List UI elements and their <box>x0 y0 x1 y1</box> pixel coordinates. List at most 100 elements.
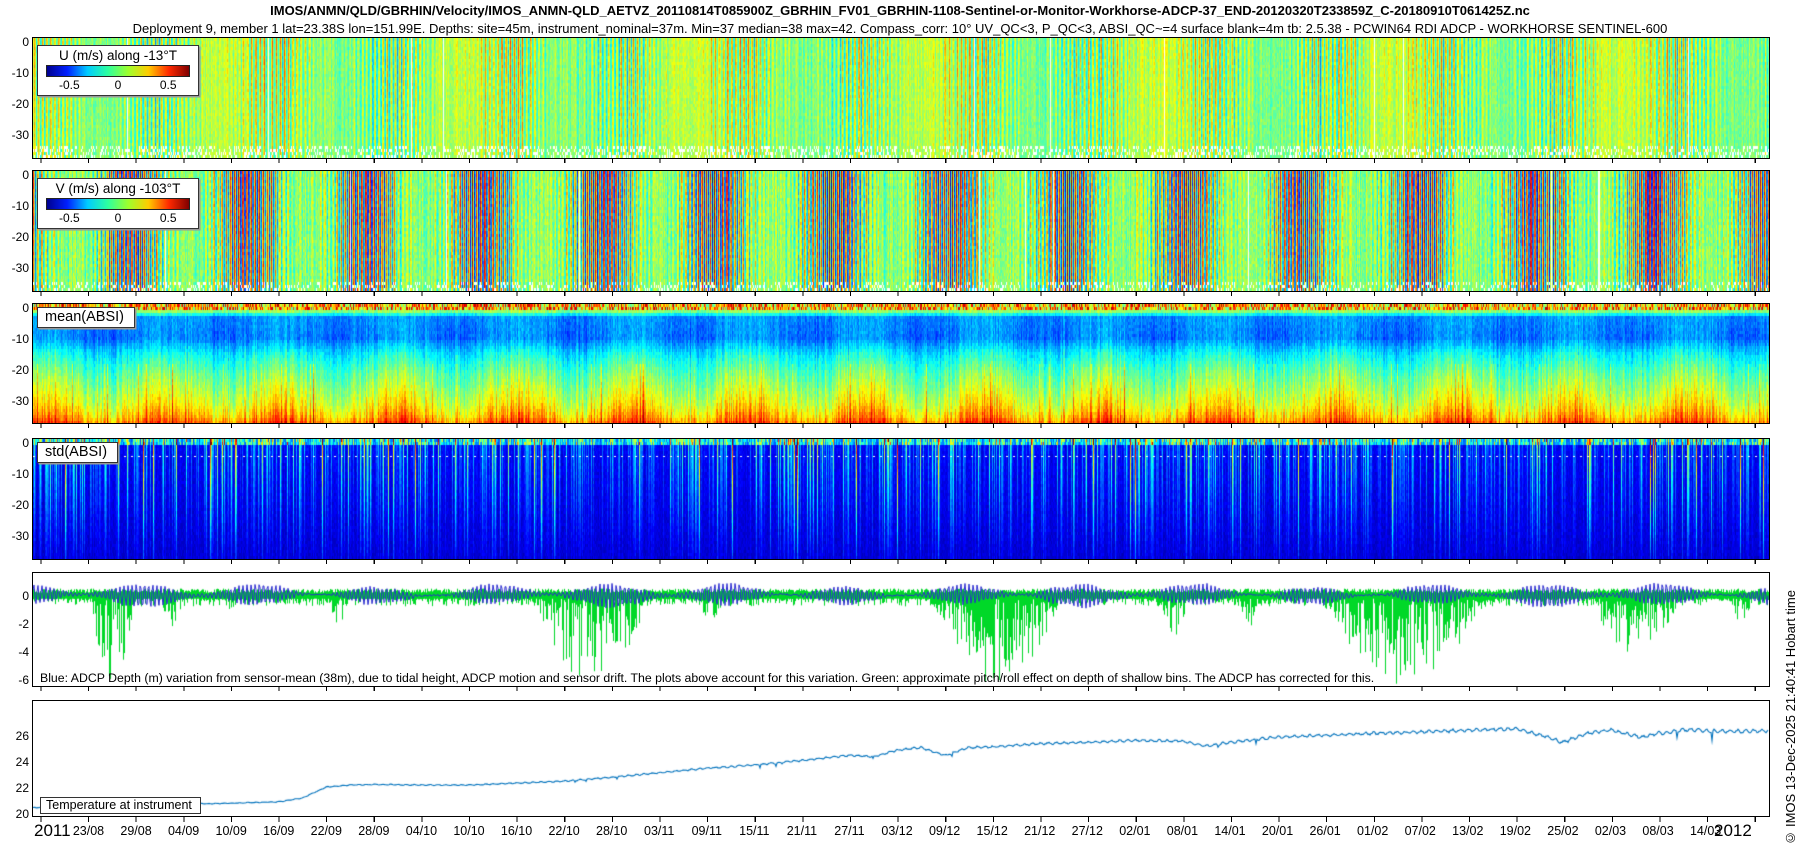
y-tick-label: -10 <box>0 199 29 213</box>
x-tick-label: 29/08 <box>112 824 160 838</box>
x-tick-label: 16/09 <box>255 824 303 838</box>
x-tick-label: 25/02 <box>1539 824 1587 838</box>
x-tick-marks <box>33 292 1769 296</box>
y-tick-label: -30 <box>0 128 29 142</box>
x-tick-label: 15/11 <box>730 824 778 838</box>
y-tick-label: -10 <box>0 467 29 481</box>
depth-annotation: Blue: ADCP Depth (m) variation from sens… <box>40 671 1374 685</box>
x-tick-label: 10/10 <box>445 824 493 838</box>
x-tick-marks <box>33 560 1769 564</box>
x-tick-label: 22/10 <box>540 824 588 838</box>
x-tick-label: 23/08 <box>64 824 112 838</box>
y-tick-label: -20 <box>0 230 29 244</box>
v-colorbar-tick: -0.5 <box>59 211 80 225</box>
figure-subtitle: Deployment 9, member 1 lat=23.38S lon=15… <box>0 21 1800 36</box>
x-tick-label: 26/01 <box>1301 824 1349 838</box>
y-tick-label: 20 <box>0 807 29 821</box>
y-tick-label: -4 <box>0 645 29 659</box>
y-tick-label: -20 <box>0 363 29 377</box>
std-absi-label: std(ABSI) <box>37 442 118 463</box>
u-colorbar-tick: -0.5 <box>59 78 80 92</box>
temperature-label: Temperature at instrument <box>40 797 201 814</box>
y-tick-label: 0 <box>0 436 29 450</box>
x-tick-marks <box>33 817 1769 822</box>
mean-absi-label: mean(ABSI) <box>37 307 135 328</box>
y-tick-label: -2 <box>0 617 29 631</box>
figure-root: IMOS/ANMN/QLD/GBRHIN/Velocity/IMOS_ANMN-… <box>0 0 1800 850</box>
x-tick-label: 10/09 <box>207 824 255 838</box>
x-tick-label: 03/11 <box>635 824 683 838</box>
v-legend-title: V (m/s) along -103°T <box>42 181 194 196</box>
x-tick-label: 22/09 <box>302 824 350 838</box>
depth-variation-plot <box>33 573 1769 686</box>
temperature-line-plot <box>33 701 1769 816</box>
y-tick-label: -30 <box>0 394 29 408</box>
x-tick-label: 08/03 <box>1634 824 1682 838</box>
y-tick-label: -30 <box>0 261 29 275</box>
v-velocity-heatmap <box>33 171 1769 291</box>
x-tick-label: 19/02 <box>1491 824 1539 838</box>
figure-title: IMOS/ANMN/QLD/GBRHIN/Velocity/IMOS_ANMN-… <box>0 3 1800 18</box>
panel-depth-variation: Blue: ADCP Depth (m) variation from sens… <box>32 572 1770 687</box>
x-tick-label: 16/10 <box>493 824 541 838</box>
y-tick-label: -10 <box>0 332 29 346</box>
x-tick-label: 27/12 <box>1063 824 1111 838</box>
x-tick-label: 02/01 <box>1111 824 1159 838</box>
year-label-2012: 2012 <box>1714 821 1752 841</box>
x-tick-label: 28/09 <box>350 824 398 838</box>
y-tick-label: 0 <box>0 168 29 182</box>
x-tick-label: 28/10 <box>588 824 636 838</box>
y-tick-label: -10 <box>0 66 29 80</box>
x-tick-label: 09/11 <box>683 824 731 838</box>
x-tick-marks <box>33 424 1769 428</box>
v-colorbar-legend: V (m/s) along -103°T -0.5 0 0.5 <box>37 178 199 229</box>
x-tick-label: 15/12 <box>968 824 1016 838</box>
y-tick-label: 24 <box>0 755 29 769</box>
x-tick-label: 02/03 <box>1586 824 1634 838</box>
x-tick-label: 20/01 <box>1254 824 1302 838</box>
y-tick-label: 0 <box>0 301 29 315</box>
y-tick-label: -6 <box>0 673 29 687</box>
u-colorbar-ticks: -0.5 0 0.5 <box>42 78 194 92</box>
v-colorbar-tick: 0 <box>115 211 122 225</box>
y-tick-label: 0 <box>0 35 29 49</box>
u-colorbar-legend: U (m/s) along -13°T -0.5 0 0.5 <box>37 45 199 96</box>
x-tick-label: 01/02 <box>1349 824 1397 838</box>
x-axis-labels: 23/0829/0804/0910/0916/0922/0928/0904/10… <box>0 824 1800 840</box>
x-tick-label: 27/11 <box>825 824 873 838</box>
panel-temperature: Temperature at instrument <box>32 700 1770 817</box>
x-tick-label: 04/09 <box>160 824 208 838</box>
y-tick-label: -30 <box>0 529 29 543</box>
v-colorbar <box>46 198 190 210</box>
x-tick-marks <box>33 159 1769 163</box>
y-tick-label: -20 <box>0 97 29 111</box>
y-tick-label: 0 <box>0 589 29 603</box>
x-tick-label: 07/02 <box>1396 824 1444 838</box>
panel-u-velocity: U (m/s) along -13°T -0.5 0 0.5 <box>32 37 1770 159</box>
x-tick-label: 03/12 <box>873 824 921 838</box>
x-tick-label: 13/02 <box>1444 824 1492 838</box>
u-velocity-heatmap <box>33 38 1769 158</box>
mean-absi-heatmap <box>33 304 1769 423</box>
panel-v-velocity: V (m/s) along -103°T -0.5 0 0.5 <box>32 170 1770 292</box>
std-absi-heatmap <box>33 439 1769 559</box>
x-tick-label: 09/12 <box>921 824 969 838</box>
x-tick-label: 21/11 <box>778 824 826 838</box>
v-colorbar-tick: 0.5 <box>160 211 177 225</box>
v-colorbar-ticks: -0.5 0 0.5 <box>42 211 194 225</box>
y-tick-label: -20 <box>0 498 29 512</box>
y-tick-label: 22 <box>0 781 29 795</box>
x-tick-label: 08/01 <box>1158 824 1206 838</box>
year-label-2011: 2011 <box>34 821 71 841</box>
y-tick-label: 26 <box>0 729 29 743</box>
panel-std-absi: std(ABSI) <box>32 438 1770 560</box>
u-colorbar-tick: 0 <box>115 78 122 92</box>
u-colorbar <box>46 65 190 77</box>
x-tick-label: 04/10 <box>397 824 445 838</box>
x-tick-marks <box>33 687 1769 691</box>
x-tick-label: 14/01 <box>1206 824 1254 838</box>
u-legend-title: U (m/s) along -13°T <box>42 48 194 63</box>
panel-mean-absi: mean(ABSI) <box>32 303 1770 424</box>
copyright-stamp: © IMOS 13-Dec-2025 21:40:41 Hobart time <box>1783 590 1798 846</box>
x-tick-label: 21/12 <box>1016 824 1064 838</box>
